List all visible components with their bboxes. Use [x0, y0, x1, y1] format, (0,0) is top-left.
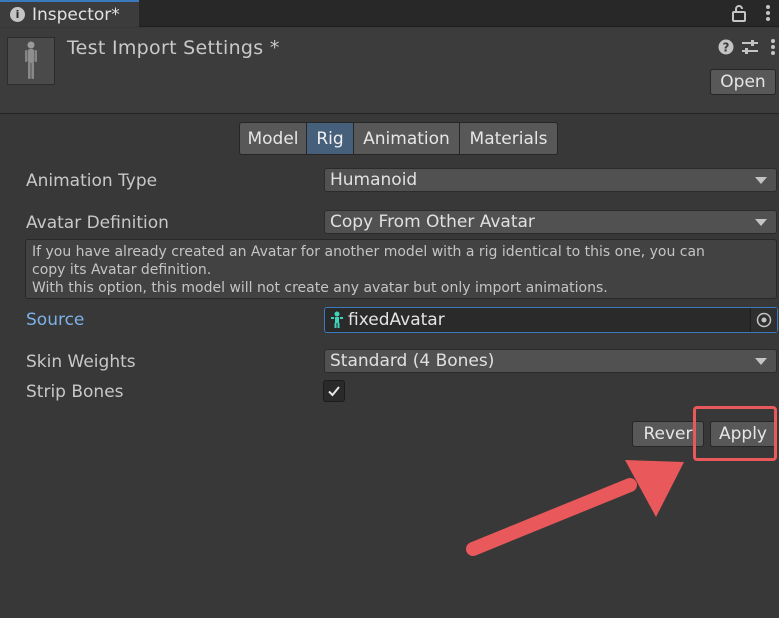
help-line: If you have already created an Avatar fo… — [32, 244, 705, 260]
source-label: Source — [26, 310, 85, 330]
tab-model[interactable]: Model — [239, 122, 307, 155]
strip-bones-label: Strip Bones — [26, 382, 124, 402]
strip-bones-checkbox[interactable] — [323, 380, 345, 402]
tab-inspector[interactable]: i Inspector* — [0, 0, 139, 27]
tab-materials[interactable]: Materials — [459, 122, 558, 155]
source-object-field[interactable]: fixedAvatar — [324, 307, 778, 333]
annotation-arrow-icon — [466, 460, 684, 556]
avatar-definition-dropdown[interactable]: Copy From Other Avatar — [324, 210, 777, 234]
asset-title: Test Import Settings * — [67, 37, 280, 59]
help-line: With this option, this model will not cr… — [32, 280, 608, 296]
kebab-menu-icon[interactable] — [767, 38, 779, 56]
import-settings-toolbar: Model Rig Animation Materials — [239, 122, 558, 155]
skin-weights-label: Skin Weights — [26, 352, 136, 372]
avatar-icon — [331, 311, 343, 328]
help-icon[interactable]: ? — [718, 39, 734, 55]
info-icon: i — [10, 7, 25, 22]
checkmark-icon — [328, 386, 340, 397]
humanoid-figure-icon — [25, 41, 37, 79]
tab-rig[interactable]: Rig — [306, 122, 354, 155]
lock-icon[interactable] — [729, 3, 749, 23]
animation-type-label: Animation Type — [26, 171, 158, 191]
animation-type-value: Humanoid — [330, 170, 418, 190]
open-button[interactable]: Open — [710, 69, 776, 95]
animation-type-dropdown[interactable]: Humanoid — [324, 168, 777, 192]
preset-sliders-icon[interactable] — [741, 39, 759, 55]
avatar-definition-value: Copy From Other Avatar — [330, 212, 535, 232]
skin-weights-dropdown[interactable]: Standard (4 Bones) — [324, 349, 777, 373]
tab-label: Inspector* — [32, 4, 120, 25]
inspector-header: Test Import Settings * ? Open — [0, 28, 779, 114]
dropdown-arrow-icon — [755, 358, 767, 365]
object-picker-button[interactable] — [750, 308, 777, 332]
tab-animation[interactable]: Animation — [353, 122, 460, 155]
dropdown-arrow-icon — [755, 219, 767, 226]
target-picker-icon — [756, 312, 772, 328]
source-value: fixedAvatar — [348, 310, 445, 330]
model-preview-thumbnail — [7, 37, 55, 85]
skin-weights-value: Standard (4 Bones) — [330, 351, 495, 371]
help-line: copy its Avatar definition. — [32, 262, 212, 278]
avatar-help-box: If you have already created an Avatar fo… — [25, 239, 777, 299]
apply-highlight-box — [693, 406, 777, 461]
svg-text:?: ? — [723, 41, 730, 55]
dropdown-arrow-icon — [755, 177, 767, 184]
tab-bar: i Inspector* — [0, 0, 779, 27]
kebab-menu-icon[interactable] — [762, 3, 774, 23]
avatar-definition-label: Avatar Definition — [26, 213, 169, 233]
